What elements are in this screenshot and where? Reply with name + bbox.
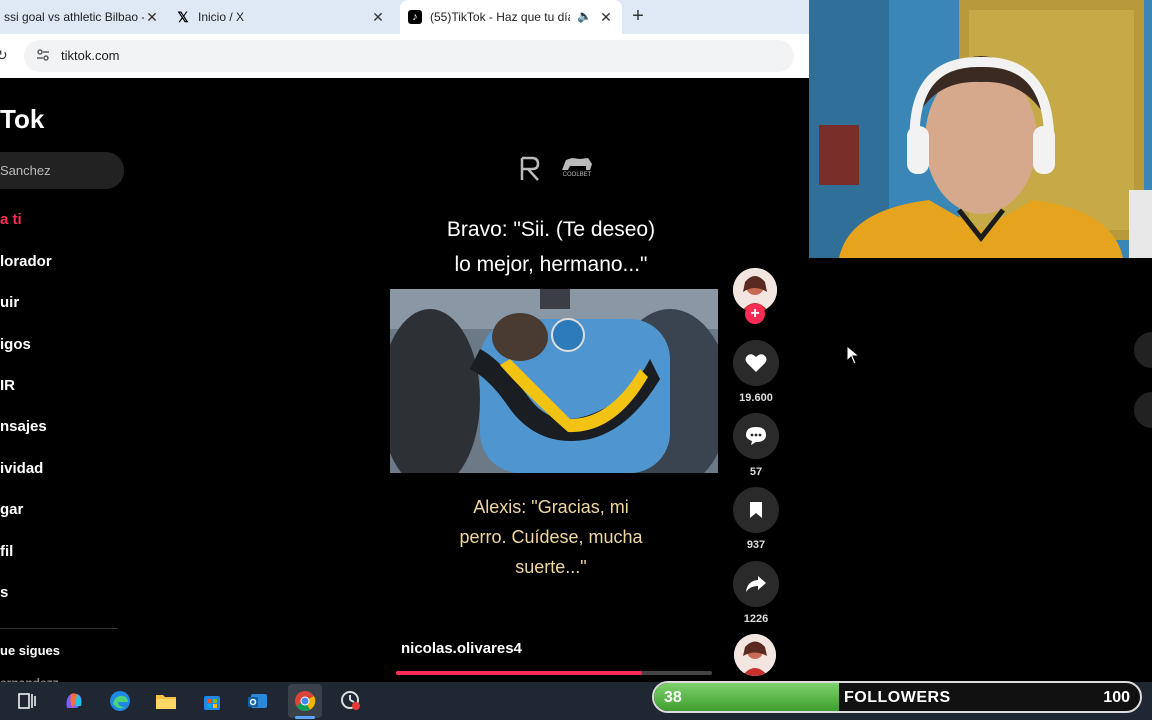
copilot-button[interactable] bbox=[57, 684, 91, 718]
outlook-button[interactable] bbox=[241, 684, 275, 718]
search-input[interactable]: Sanchez bbox=[0, 152, 124, 189]
chrome-icon bbox=[295, 691, 316, 712]
previous-video-button[interactable] bbox=[1134, 332, 1152, 368]
nav-item-upload[interactable]: gar bbox=[0, 501, 23, 518]
omnibox[interactable]: tiktok.com bbox=[24, 40, 794, 72]
caption-line: Bravo: "Sii. (Te deseo) bbox=[446, 218, 656, 241]
close-icon[interactable]: ✕ bbox=[598, 9, 614, 25]
webcam-overlay bbox=[809, 0, 1152, 258]
mouse-cursor-icon bbox=[846, 345, 860, 365]
tab-title: Inicio / X bbox=[198, 10, 245, 24]
copilot-icon bbox=[66, 693, 82, 708]
new-tab-button[interactable]: + bbox=[628, 6, 648, 26]
like-count: 19.600 bbox=[739, 392, 773, 404]
following-accounts-heading: ue sigues bbox=[0, 643, 60, 658]
tiktok-icon: ♪ bbox=[408, 10, 422, 24]
chrome-button[interactable] bbox=[288, 684, 322, 718]
browser-tab-active[interactable]: ♪ (55)TikTok - Haz que tu día 🔈 ✕ bbox=[400, 0, 622, 34]
sound-avatar[interactable] bbox=[734, 634, 776, 676]
caption-line: perro. Cuídese, mucha bbox=[459, 527, 643, 547]
followers-current: 38 bbox=[664, 689, 682, 706]
close-icon[interactable]: ✕ bbox=[370, 9, 386, 25]
store-icon bbox=[204, 696, 220, 710]
caption-line: lo mejor, hermano..." bbox=[454, 253, 648, 276]
video-author[interactable]: nicolas.olivares4 bbox=[401, 640, 522, 657]
nav-item-for-you[interactable]: a ti bbox=[0, 211, 22, 228]
browser-tab[interactable]: ssi goal vs athletic Bilbao - V ✕ bbox=[0, 0, 168, 34]
nav-item-explore[interactable]: lorador bbox=[0, 253, 52, 270]
x-logo-icon: 𝕏 bbox=[177, 8, 189, 25]
followers-goal: 100 bbox=[1103, 689, 1130, 706]
url-text: tiktok.com bbox=[61, 48, 120, 63]
follow-plus-button[interactable]: + bbox=[745, 304, 765, 324]
save-button[interactable] bbox=[733, 487, 779, 533]
coolbet-text: COOLBET bbox=[562, 172, 592, 178]
mail-icon bbox=[248, 694, 267, 708]
coolbet-logo-icon bbox=[562, 158, 592, 170]
comment-count: 57 bbox=[749, 466, 763, 478]
edge-icon bbox=[110, 691, 130, 711]
browser-tab[interactable]: 𝕏 Inicio / X ✕ bbox=[176, 0, 394, 34]
browser-tab-strip: ssi goal vs athletic Bilbao - V ✕ 𝕏 Inic… bbox=[0, 0, 809, 34]
next-video-button[interactable] bbox=[1134, 392, 1152, 428]
sponsor-logos: COOLBET bbox=[518, 156, 594, 182]
coolbet-logo: COOLBET bbox=[560, 156, 594, 182]
nav-item-following[interactable]: uir bbox=[0, 294, 19, 311]
edge-button[interactable] bbox=[103, 684, 137, 718]
like-button[interactable] bbox=[733, 340, 779, 386]
reload-icon[interactable]: ↻ bbox=[0, 47, 8, 64]
tab-title: ssi goal vs athletic Bilbao - V bbox=[4, 10, 144, 24]
nav-item-more[interactable]: s bbox=[0, 584, 8, 601]
sidebar-divider bbox=[0, 628, 118, 629]
caption-top: Bravo: "Sii. (Te deseo) lo mejor, herman… bbox=[390, 212, 712, 282]
save-count: 937 bbox=[746, 539, 766, 551]
file-explorer-button[interactable] bbox=[149, 684, 183, 718]
search-value: Sanchez bbox=[0, 163, 51, 178]
bookmark-icon bbox=[750, 502, 762, 518]
followers-goal-bar: 38 FOLLOWERS 100 bbox=[652, 681, 1142, 713]
nav-item-live[interactable]: IR bbox=[0, 377, 15, 394]
nav-item-friends[interactable]: igos bbox=[0, 336, 31, 353]
caption-line: suerte..." bbox=[515, 557, 587, 577]
share-count: 1226 bbox=[743, 613, 769, 625]
video-frame[interactable] bbox=[390, 289, 718, 473]
nav-item-profile[interactable]: fil bbox=[0, 543, 13, 560]
video-progress-bar[interactable] bbox=[396, 671, 712, 675]
heart-icon bbox=[745, 354, 767, 372]
share-arrow-icon bbox=[746, 576, 766, 592]
nav-item-activity[interactable]: ividad bbox=[0, 460, 43, 477]
tab-title: (55)TikTok - Haz que tu día bbox=[430, 10, 570, 24]
store-button[interactable] bbox=[195, 684, 229, 718]
clock-record-icon bbox=[341, 691, 360, 710]
video-progress-fill bbox=[396, 671, 643, 675]
nav-item-messages[interactable]: nsajes bbox=[0, 418, 47, 435]
folder-icon bbox=[156, 695, 176, 709]
speaker-icon[interactable]: 🔈 bbox=[577, 9, 592, 23]
Rb-logo-icon bbox=[520, 156, 540, 181]
tiktok-logo[interactable]: Tok bbox=[0, 104, 44, 135]
video-still bbox=[390, 289, 718, 473]
share-button[interactable] bbox=[733, 561, 779, 607]
task-view-icon bbox=[18, 693, 36, 709]
site-info-icon[interactable] bbox=[36, 48, 50, 62]
caption-line: Alexis: "Gracias, mi bbox=[473, 497, 629, 517]
task-view-button[interactable] bbox=[10, 684, 44, 718]
address-bar-row: ↻ tiktok.com bbox=[0, 34, 809, 78]
comment-icon bbox=[746, 427, 766, 445]
caption-bottom: Alexis: "Gracias, mi perro. Cuídese, muc… bbox=[390, 492, 712, 582]
recording-app-button[interactable] bbox=[334, 684, 368, 718]
chrome-active-indicator bbox=[295, 716, 315, 719]
followers-label: FOLLOWERS bbox=[844, 689, 951, 706]
close-icon[interactable]: ✕ bbox=[144, 9, 160, 25]
comment-button[interactable] bbox=[733, 413, 779, 459]
webcam-image bbox=[809, 0, 1152, 258]
